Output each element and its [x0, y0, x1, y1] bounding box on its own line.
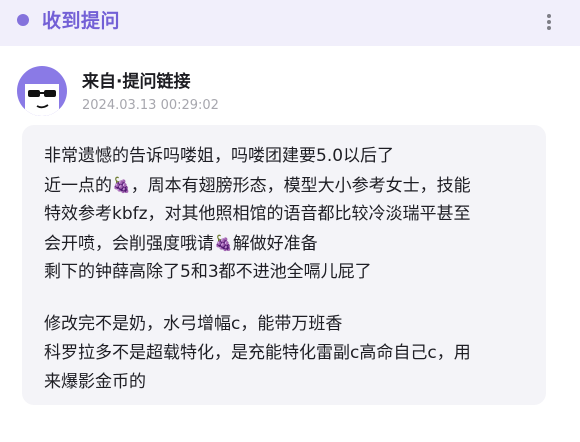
sender-name: 来自·提问链接 [82, 72, 191, 92]
message-line: 修改完不是奶，水弓增幅c，能带万班香 [44, 314, 343, 334]
message-timestamp: 2024.03.13 00:29:02 [82, 98, 219, 113]
message-line: 特效参考kbfz，对其他照相馆的语音都比较冷淡瑞平甚至 [44, 204, 471, 224]
message-line: 科罗拉多不是超载特化，是充能特化雷副c高命自己c，用 [44, 343, 471, 363]
message-line: 剩下的钟薛高除了5和3都不进池全嗝儿屁了 [44, 262, 372, 282]
message-text: 近一点的 [44, 176, 112, 196]
page-title: 收到提问 [42, 10, 121, 32]
sunglasses-avatar-icon[interactable] [17, 66, 67, 116]
grape-emoji-icon: 🍇 [214, 234, 233, 252]
title-dot-icon [17, 14, 29, 26]
more-dots-icon[interactable] [537, 14, 561, 30]
message-text: 会开喷，会削强度哦请 [44, 234, 214, 254]
message-line: 近一点的🍇，周本有翅膀形态，模型大小参考女士，技能 [44, 172, 471, 199]
message-text: 解做好准备 [232, 234, 318, 254]
header-bar: 收到提问 [0, 0, 580, 46]
message-text: ，周本有翅膀形态，模型大小参考女士，技能 [130, 176, 471, 196]
message-line: 来爆影金币的 [44, 372, 146, 392]
grape-emoji-icon: 🍇 [112, 176, 131, 194]
message-line: 非常遗憾的告诉吗喽姐，吗喽团建要5.0以后了 [44, 146, 395, 166]
message-line: 会开喷，会削强度哦请🍇解做好准备 [44, 230, 318, 257]
